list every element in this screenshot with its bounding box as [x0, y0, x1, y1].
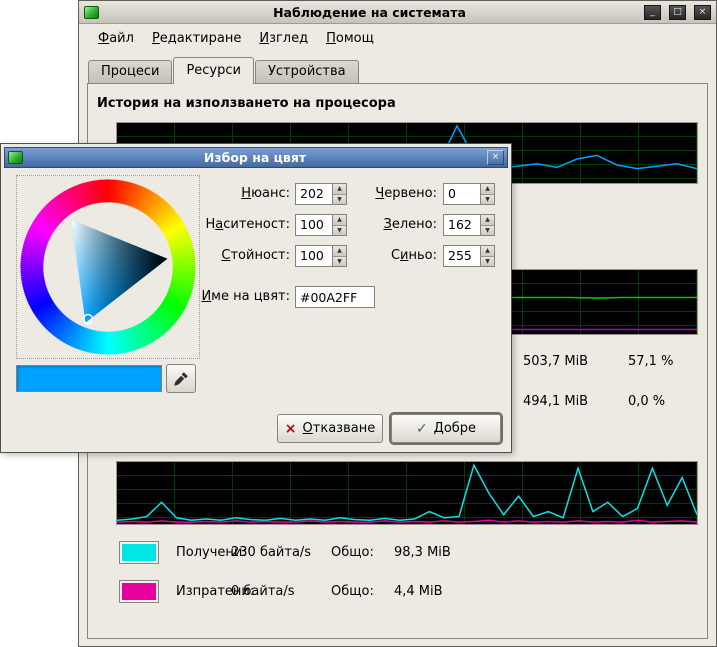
- cancel-button[interactable]: × Отказване: [277, 414, 383, 443]
- blue-spinner[interactable]: 255 ▲ ▼: [443, 245, 495, 267]
- swap-used-percent: 0,0 %: [628, 394, 665, 409]
- menu-edit[interactable]: Редактиране: [143, 28, 250, 49]
- menu-help[interactable]: Помощ: [317, 28, 383, 49]
- main-window-titlebar[interactable]: Наблюдение на системата _ □ ×: [79, 1, 716, 24]
- sent-total: 4,4 MiB: [394, 580, 443, 604]
- notebook-tabs: Процеси Ресурси Устройства: [88, 57, 360, 84]
- hsv-triangle[interactable]: [20, 179, 196, 355]
- memory-used-value: 503,7 MiB: [523, 354, 588, 369]
- swap-used-value: 494,1 MiB: [523, 394, 588, 409]
- blue-spin-up-icon[interactable]: ▲: [481, 246, 494, 257]
- network-history-chart: [116, 461, 698, 525]
- color-name-label: Име на цвят:: [178, 289, 290, 304]
- green-label: Зелено:: [345, 217, 437, 232]
- red-label: Червено:: [345, 186, 437, 201]
- red-spin-down-icon[interactable]: ▼: [481, 195, 494, 205]
- blue-label: Синьо:: [345, 248, 437, 263]
- maximize-button[interactable]: □: [669, 5, 686, 20]
- green-spin-up-icon[interactable]: ▲: [481, 215, 494, 226]
- received-total-label: Общо:: [331, 541, 374, 565]
- sent-color-swatch-button[interactable]: [119, 580, 159, 603]
- saturation-label: Наситеност:: [178, 217, 290, 232]
- dialog-titlebar[interactable]: Избор на цвят ×: [4, 147, 508, 168]
- menubar: Файл Редактиране Изглед Помощ: [79, 24, 716, 51]
- ok-button-label: Добре: [434, 421, 476, 436]
- eyedropper-icon: [173, 371, 189, 387]
- sent-total-label: Общо:: [331, 580, 374, 604]
- color-picker-dialog: Избор на цвят ×: [0, 143, 512, 453]
- tab-resources[interactable]: Ресурси: [173, 57, 254, 84]
- received-color-swatch-button[interactable]: [119, 541, 159, 564]
- cancel-button-label: Отказване: [303, 421, 376, 436]
- green-spinner[interactable]: 162 ▲ ▼: [443, 214, 495, 236]
- memory-used-percent: 57,1 %: [628, 354, 673, 369]
- sent-rate: 0 байта/s: [231, 580, 295, 604]
- dialog-title: Избор на цвят: [27, 150, 483, 165]
- blue-spin-down-icon[interactable]: ▼: [481, 257, 494, 267]
- red-spin-up-icon[interactable]: ▲: [481, 184, 494, 195]
- hue-spinner[interactable]: 202 ▲ ▼: [295, 183, 347, 205]
- dialog-content: Нюанс: 202 ▲ ▼ Червено: 0 ▲ ▼ Наситеност…: [4, 168, 508, 449]
- hue-label: Нюанс:: [178, 186, 290, 201]
- ok-button[interactable]: ✓ Добре: [391, 414, 501, 443]
- color-name-input[interactable]: [295, 286, 375, 308]
- cpu-history-heading: История на използването на процесора: [97, 96, 396, 111]
- close-button[interactable]: ×: [694, 5, 711, 20]
- tab-devices[interactable]: Устройства: [255, 60, 359, 83]
- hsv-color-wheel[interactable]: [20, 179, 196, 355]
- red-spinner[interactable]: 0 ▲ ▼: [443, 183, 495, 205]
- current-color-preview: [16, 365, 162, 392]
- ok-icon: ✓: [416, 421, 428, 437]
- saturation-spinner[interactable]: 100 ▲ ▼: [295, 214, 347, 236]
- menu-view[interactable]: Изглед: [250, 28, 317, 49]
- cancel-icon: ×: [285, 421, 297, 437]
- eyedropper-button[interactable]: [166, 364, 196, 393]
- received-total: 98,3 MiB: [394, 541, 451, 565]
- green-spin-down-icon[interactable]: ▼: [481, 226, 494, 236]
- dialog-icon: [8, 151, 23, 164]
- dialog-close-button[interactable]: ×: [487, 150, 504, 165]
- menu-file[interactable]: Файл: [89, 28, 143, 49]
- color-wheel-container: [16, 175, 200, 359]
- value-label: Стойност:: [178, 248, 290, 263]
- received-rate: 230 байта/s: [231, 541, 311, 565]
- main-window-title: Наблюдение на системата: [103, 5, 636, 20]
- minimize-button[interactable]: _: [644, 5, 661, 20]
- network-legend-sent: Изпратени: 0 байта/s Общо: 4,4 MiB: [88, 580, 707, 604]
- system-monitor-icon: [84, 6, 99, 19]
- network-legend-received: Получени: 230 байта/s Общо: 98,3 MiB: [88, 541, 707, 565]
- desktop: Наблюдение на системата _ □ × Файл Редак…: [0, 0, 717, 647]
- value-spinner[interactable]: 100 ▲ ▼: [295, 245, 347, 267]
- tab-processes[interactable]: Процеси: [88, 60, 172, 83]
